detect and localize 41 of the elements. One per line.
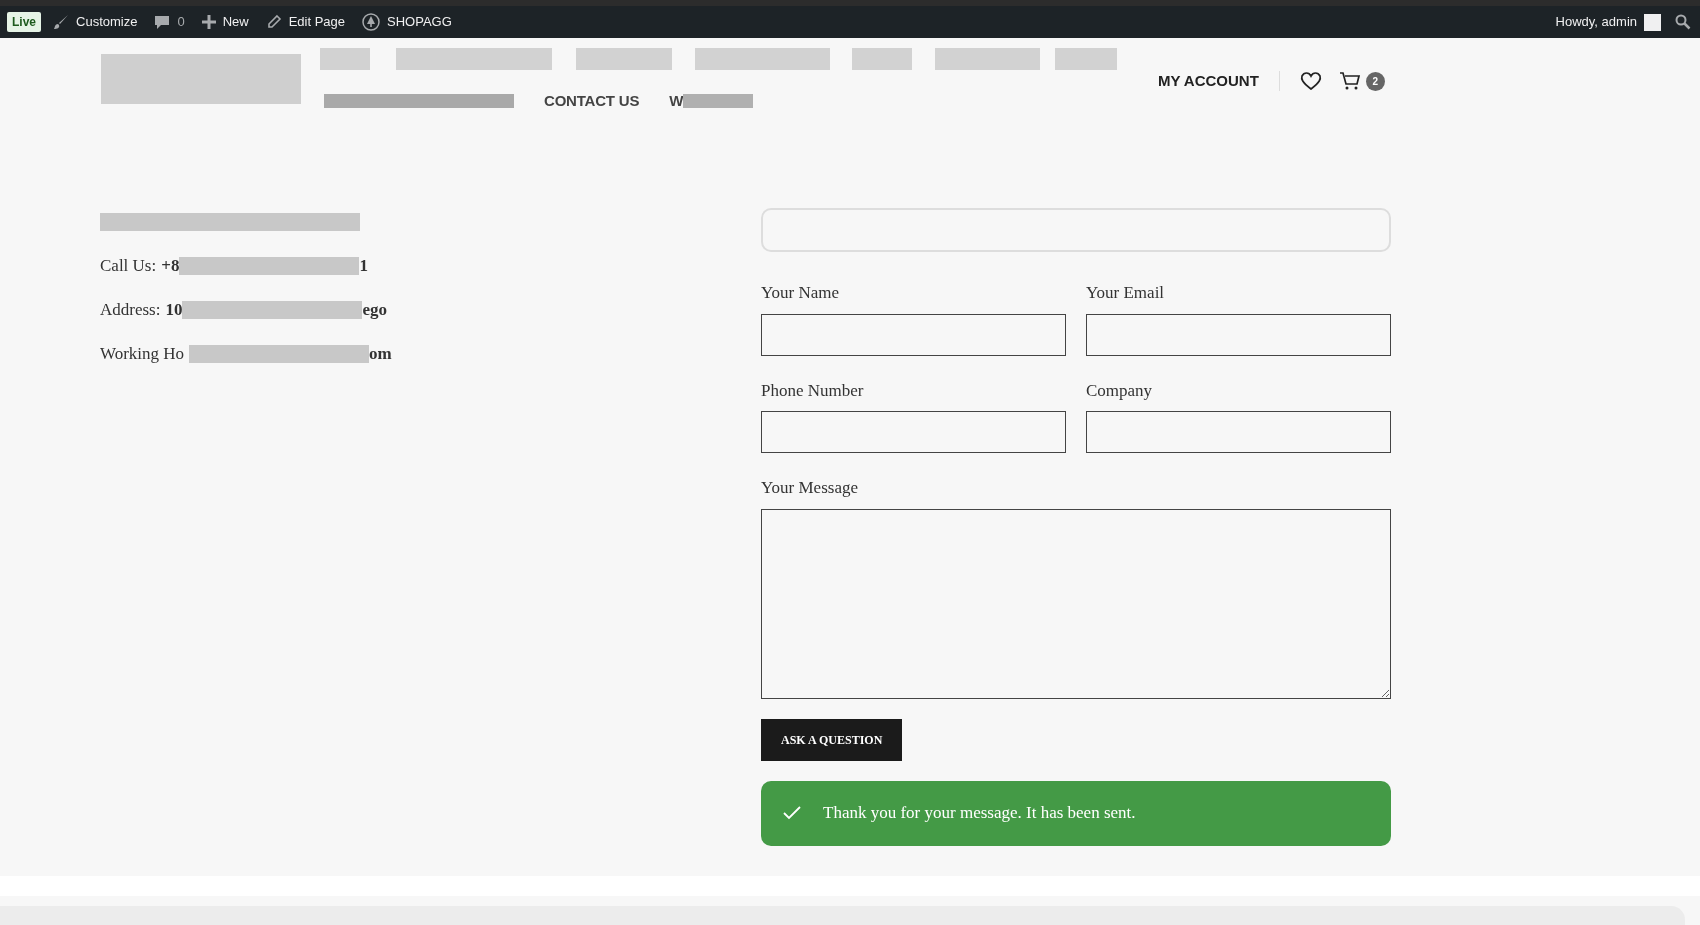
field-label: Company [1086, 379, 1154, 402]
brush-icon [53, 14, 69, 30]
info-value: ego [362, 299, 387, 322]
pencil-icon [265, 14, 282, 30]
toolbar-link[interactable]: Edit Page [265, 12, 346, 32]
info-value: 10 [165, 299, 183, 322]
tree-icon [362, 13, 381, 31]
info-value: +8 [161, 255, 180, 278]
info-label: Call Us: [100, 255, 157, 278]
field-label: Your Message [761, 477, 859, 499]
redacted-block [683, 94, 754, 109]
heart-icon[interactable] [1299, 71, 1322, 92]
plus-icon [201, 15, 216, 29]
redacted-block [320, 48, 370, 70]
toolbar-link[interactable]: Customize [53, 12, 138, 32]
field-label: Your Name [761, 282, 841, 304]
live-badge: Live [7, 12, 41, 32]
avatar-icon [1644, 13, 1661, 31]
info-label: Address: [100, 299, 161, 322]
info-value: om [369, 343, 392, 366]
success-text: Thank you for your message. It has been sent. [823, 802, 1136, 825]
account-link[interactable]: MY ACCOUNT [1158, 70, 1259, 93]
redacted-block [852, 48, 912, 70]
nav-link[interactable]: W [669, 90, 684, 113]
search-icon[interactable] [1675, 14, 1691, 30]
account-menu[interactable]: Howdy, admin [1555, 12, 1661, 32]
submit-button[interactable]: ASK A QUESTION [761, 718, 903, 761]
toolbar-link[interactable]: 0 [154, 12, 185, 32]
field-label: Phone Number [761, 379, 865, 402]
cart-count-badge: 2 [1365, 71, 1385, 91]
message-field[interactable] [761, 508, 1391, 699]
cart-icon[interactable] [1338, 71, 1361, 92]
info-label: Working Ho [100, 343, 185, 366]
toolbar-link[interactable]: New [201, 12, 249, 32]
comment-icon [154, 14, 171, 30]
redacted-block [1055, 48, 1117, 70]
checkmark-icon [783, 806, 801, 820]
toolbar-link[interactable]: SHOPAGG [362, 12, 452, 32]
info-value: 1 [359, 255, 368, 278]
nav-link[interactable]: CONTACT US [544, 90, 640, 113]
field-label: Your Email [1086, 282, 1166, 304]
